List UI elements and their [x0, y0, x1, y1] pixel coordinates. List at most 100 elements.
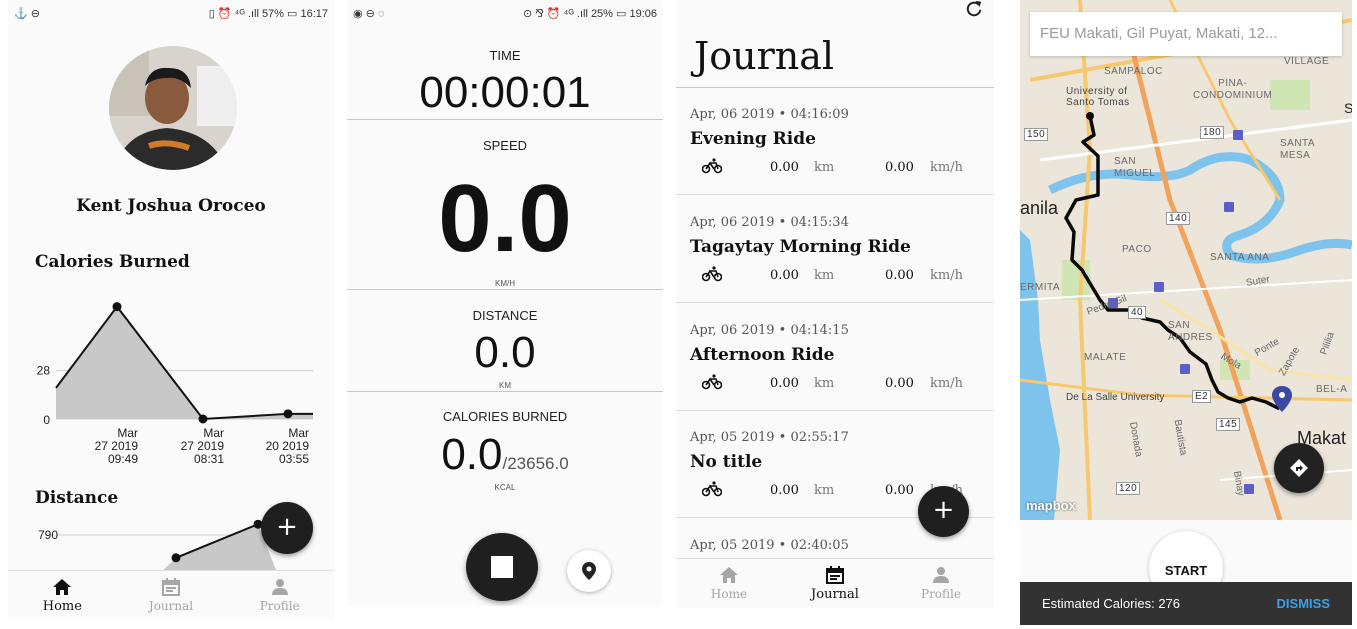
time-label: TIME: [489, 48, 521, 63]
add-ride-button[interactable]: +: [261, 502, 313, 554]
add-ride-button[interactable]: +: [918, 486, 969, 537]
road-shield: 150: [1024, 128, 1049, 141]
speed-value: 0.0: [438, 165, 572, 272]
home-icon: [53, 578, 72, 595]
directions-button[interactable]: [1274, 443, 1324, 493]
x-tick-label: 27 2019: [95, 439, 139, 453]
calories-unit: KCAL: [494, 483, 516, 492]
calendar-icon: [162, 578, 180, 596]
calendar-icon: [826, 565, 844, 584]
directions-icon: [1290, 459, 1308, 477]
dismiss-button[interactable]: DISMISS: [1277, 596, 1330, 611]
speed-unit: KM/H: [495, 279, 515, 288]
status-left: ⚓ ⊖: [14, 7, 40, 20]
ride-speed-unit: km/h: [930, 160, 963, 175]
map-label: ERMITA: [1020, 282, 1061, 293]
map-label: MALATE: [1084, 352, 1127, 363]
speed-label: SPEED: [482, 138, 528, 153]
ride-distance-unit: km: [814, 160, 835, 175]
x-tick-label: Mar: [117, 426, 138, 440]
road-shield: 140: [1166, 212, 1191, 225]
status-bar: ◉ ⊖ ◌ ⊙ ⅋ ⏰ ⁴ᴳ .ıll 25% ▭ 19:06: [347, 0, 663, 26]
y-tick-label: 28: [37, 364, 51, 378]
bicycle-icon: [702, 481, 722, 497]
y-tick-label: 0: [43, 413, 50, 427]
refresh-icon[interactable]: [964, 0, 984, 18]
calories-chart: 280Mar27 201909:49Mar27 201908:31Mar20 2…: [37, 302, 313, 466]
ride-title: Tagaytay Morning Ride: [690, 237, 911, 257]
divider: [347, 119, 663, 120]
x-tick-label: 09:49: [108, 452, 138, 466]
stop-icon: [491, 556, 513, 578]
map-view[interactable]: SAMPALOC University of Santo Tomas VILLA…: [1020, 0, 1352, 520]
ride-speed-unit: km/h: [930, 376, 963, 391]
home-screen: ⚓ ⊖ ▯ ⏰ ⁴ᴳ .ıll 57% ▭ 16:17 Kent Joshua …: [8, 0, 334, 620]
ride-date: Apr, 06 2019 • 04:14:15: [690, 323, 849, 338]
ride-speed: 0.00: [885, 160, 914, 175]
road-shield: E2: [1192, 390, 1212, 403]
nav-home[interactable]: Home: [676, 559, 782, 608]
distance-label: DISTANCE: [472, 308, 538, 323]
time-value: 00:00:01: [419, 68, 591, 117]
map-label: PACO: [1122, 244, 1152, 255]
calories-value: 0.0: [441, 430, 503, 479]
calories-chart-title: Calories Burned: [35, 252, 190, 272]
nav-journal[interactable]: Journal: [117, 571, 226, 620]
ride-speed: 0.00: [885, 268, 914, 283]
ride-distance: 0.00: [770, 268, 799, 283]
y-tick-label: 790: [38, 528, 58, 542]
page-title: Journal: [694, 34, 835, 78]
divider: [347, 391, 663, 392]
x-tick-label: 08:31: [194, 452, 224, 466]
location-button[interactable]: [567, 550, 611, 592]
road-shield: 120: [1116, 482, 1141, 495]
stop-button[interactable]: [466, 533, 538, 601]
calories-label: CALORIES BURNED: [442, 409, 568, 424]
nav-profile[interactable]: Profile: [888, 559, 994, 608]
status-bar: ⚓ ⊖ ▯ ⏰ ⁴ᴳ .ıll 57% ▭ 16:17: [8, 0, 334, 26]
ride-stats: 0.00 km 0.00 km/h: [702, 158, 994, 180]
map-label: anila: [1020, 198, 1059, 218]
nav-profile-label: Profile: [259, 599, 300, 613]
road-shield: 180: [1200, 126, 1225, 139]
data-point: [198, 414, 208, 424]
ride-stats: 0.00 km 0.00 km/h: [702, 266, 994, 288]
map-label: SAN ANDRES: [1168, 320, 1213, 343]
ride-speed: 0.00: [885, 376, 914, 391]
ride-speed: 0.00: [885, 483, 914, 498]
ride-date: Apr, 06 2019 • 04:16:09: [690, 107, 849, 122]
journal-screen: Journal Apr, 06 2019 • 04:16:09 Evening …: [676, 0, 994, 608]
x-tick-label: 27 2019: [181, 439, 225, 453]
nav-journal-label: Journal: [148, 599, 194, 613]
map-label: SANTA MESA: [1280, 138, 1316, 161]
snackbar: Estimated Calories: 276 DISMISS: [1020, 582, 1352, 625]
calories-goal: /23656.0: [502, 454, 569, 473]
divider: [347, 289, 663, 290]
area-fill: [56, 306, 313, 419]
mapbox-logo: mapbox: [1026, 498, 1076, 513]
data-point: [171, 553, 181, 563]
x-tick-label: Mar: [288, 426, 309, 440]
x-tick-label: Mar: [203, 426, 224, 440]
ride-stats: 0.00 km 0.00 km/h: [702, 374, 994, 396]
data-point: [283, 409, 293, 419]
user-name: Kent Joshua Oroceo: [76, 196, 266, 216]
ride-distance-unit: km: [814, 376, 835, 391]
map-label: S: [1344, 100, 1352, 116]
nav-home[interactable]: Home: [8, 571, 117, 620]
distance-unit: KM: [499, 381, 511, 390]
nav-profile[interactable]: Profile: [225, 571, 334, 620]
ride-card[interactable]: Apr, 06 2019 • 04:16:09 Evening Ride 0.0…: [676, 88, 994, 195]
map-label: VILLAGE: [1284, 56, 1330, 67]
data-point: [112, 302, 122, 312]
ride-distance: 0.00: [770, 483, 799, 498]
status-right: ▯ ⏰ ⁴ᴳ .ıll 57% ▭ 16:17: [208, 7, 328, 20]
ride-card[interactable]: Apr, 06 2019 • 04:14:15 Afternoon Ride 0…: [676, 304, 994, 411]
ride-distance-unit: km: [814, 268, 835, 283]
ride-distance: 0.00: [770, 160, 799, 175]
nav-journal[interactable]: Journal: [782, 559, 888, 608]
person-icon: [271, 579, 288, 595]
ride-card[interactable]: Apr, 06 2019 • 04:15:34 Tagaytay Morning…: [676, 196, 994, 303]
avatar[interactable]: [109, 46, 237, 170]
destination-search-input[interactable]: FEU Makati, Gil Puyat, Makati, 12...: [1030, 12, 1342, 56]
